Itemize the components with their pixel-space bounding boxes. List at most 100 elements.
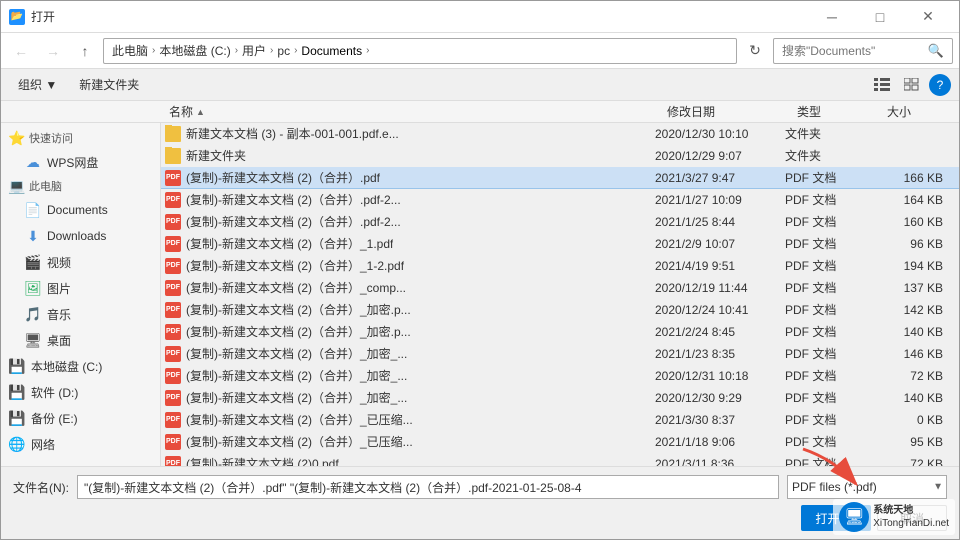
- file-size: 164 KB: [875, 193, 955, 207]
- breadcrumb-pc: pc: [277, 44, 290, 58]
- column-headers: 名称 ▲ 修改日期 类型 大小: [1, 101, 959, 123]
- file-name-cell: 新建文本文档 (3) - 副本-001-001.pdf.e...: [165, 125, 655, 142]
- organize-button[interactable]: 组织 ▼: [9, 73, 66, 97]
- file-name-text: (复制)-新建文本文档 (2)（合并）_已压缩...: [186, 433, 413, 450]
- search-box[interactable]: 🔍: [773, 38, 953, 64]
- sidebar-item-drive-d[interactable]: 💾 软件 (D:): [1, 379, 160, 405]
- up-button[interactable]: ↑: [71, 38, 99, 64]
- maximize-button[interactable]: □: [857, 1, 903, 33]
- file-name-cell: PDF (复制)-新建文本文档 (2)（合并）_已压缩...: [165, 433, 655, 450]
- table-row[interactable]: PDF (复制)-新建文本文档 (2)（合并）_comp... 2020/12/…: [161, 277, 959, 299]
- help-button[interactable]: ?: [929, 74, 951, 96]
- view-icon: [874, 78, 890, 92]
- table-row[interactable]: 新建文件夹 2020/12/29 9:07 文件夹: [161, 145, 959, 167]
- table-row[interactable]: PDF (复制)-新建文本文档 (2)（合并）_加密.p... 2021/2/2…: [161, 321, 959, 343]
- folder-icon: [165, 126, 181, 142]
- file-name-cell: PDF (复制)-新建文本文档 (2)（合并）_已压缩...: [165, 411, 655, 428]
- file-list-container[interactable]: 新建文本文档 (3) - 副本-001-001.pdf.e... 2020/12…: [161, 123, 959, 466]
- search-input[interactable]: [782, 44, 924, 58]
- col-header-type[interactable]: 类型: [789, 101, 879, 122]
- file-date: 2021/2/9 10:07: [655, 237, 785, 251]
- sidebar-item-wps[interactable]: ☁ WPS网盘: [1, 149, 160, 175]
- drive-c-icon: 💾: [9, 358, 25, 374]
- sidebar-label-videos: 视频: [47, 254, 71, 271]
- table-row[interactable]: PDF (复制)-新建文本文档 (2)（合并）_已压缩... 2021/1/18…: [161, 431, 959, 453]
- sidebar-label-documents: Documents: [47, 203, 108, 217]
- file-date: 2021/3/27 9:47: [655, 171, 785, 185]
- file-name-text: (复制)-新建文本文档 (2)（合并）.pdf-2...: [186, 213, 401, 230]
- pc-icon: 💻: [9, 178, 25, 194]
- sidebar-item-videos[interactable]: 🎬 视频: [1, 249, 160, 275]
- table-row[interactable]: PDF (复制)-新建文本文档 (2)（合并）_1-2.pdf 2021/4/1…: [161, 255, 959, 277]
- pdf-icon: PDF: [165, 456, 181, 467]
- main-content: ⭐ 快速访问 ☁ WPS网盘 💻 此电脑 📄 Documents ⬇ D: [1, 123, 959, 466]
- filename-input[interactable]: [77, 475, 779, 499]
- network-icon: 🌐: [9, 436, 25, 452]
- view-grid-button[interactable]: [899, 73, 925, 97]
- file-type: PDF 文档: [785, 367, 875, 384]
- file-name-text: (复制)-新建文本文档 (2)（合并）_已压缩...: [186, 411, 413, 428]
- file-size: 166 KB: [875, 171, 955, 185]
- sidebar-item-network[interactable]: 🌐 网络: [1, 431, 160, 457]
- action-row: 打开(O) 取消: [13, 505, 947, 531]
- col-header-size[interactable]: 大小: [879, 101, 959, 122]
- table-row[interactable]: PDF (复制)-新建文本文档 (2)（合并）.pdf-2... 2021/1/…: [161, 211, 959, 233]
- sidebar-item-desktop[interactable]: 🖥 桌面: [1, 327, 160, 353]
- sidebar-item-music[interactable]: 🎵 音乐: [1, 301, 160, 327]
- col-header-name[interactable]: 名称 ▲: [161, 101, 659, 122]
- new-folder-button[interactable]: 新建文件夹: [70, 73, 148, 97]
- pdf-icon: PDF: [165, 368, 181, 384]
- title-bar: 📂 打开 ─ □ ✕: [1, 1, 959, 33]
- sidebar-label-music: 音乐: [47, 306, 71, 323]
- table-row[interactable]: PDF (复制)-新建文本文档 (2)（合并）_加密_... 2020/12/3…: [161, 365, 959, 387]
- file-type: PDF 文档: [785, 235, 875, 252]
- minimize-button[interactable]: ─: [809, 1, 855, 33]
- file-date: 2020/12/30 9:29: [655, 391, 785, 405]
- file-name-text: (复制)-新建文本文档 (2)（合并）_加密.p...: [186, 301, 411, 318]
- view-toggle-button[interactable]: [869, 73, 895, 97]
- file-name-text: (复制)-新建文本文档 (2)（合并）.pdf-2...: [186, 191, 401, 208]
- back-button[interactable]: ←: [7, 38, 35, 64]
- pdf-icon: PDF: [165, 258, 181, 274]
- file-date: 2021/1/23 8:35: [655, 347, 785, 361]
- downloads-icon: ⬇: [25, 228, 41, 244]
- sidebar-item-local-c[interactable]: 💾 本地磁盘 (C:): [1, 353, 160, 379]
- close-button[interactable]: ✕: [905, 1, 951, 33]
- open-button[interactable]: 打开(O): [801, 505, 871, 531]
- address-bar[interactable]: 此电脑 › 本地磁盘 (C:) › 用户 › pc › Documents ›: [103, 38, 737, 64]
- table-row[interactable]: PDF (复制)-新建文本文档 (2)0.pdf 2021/3/11 8:36 …: [161, 453, 959, 466]
- table-row[interactable]: PDF (复制)-新建文本文档 (2)（合并）_1.pdf 2021/2/9 1…: [161, 233, 959, 255]
- table-row[interactable]: PDF (复制)-新建文本文档 (2)（合并）_加密.p... 2020/12/…: [161, 299, 959, 321]
- sidebar-section-pc[interactable]: 💻 此电脑: [1, 175, 160, 197]
- content-area: 名称 ▲ 修改日期 类型 大小 ⭐ 快速访问 ☁ WP: [1, 101, 959, 466]
- sidebar-item-pictures[interactable]: 🖼 图片: [1, 275, 160, 301]
- table-row[interactable]: PDF (复制)-新建文本文档 (2)（合并）_已压缩... 2021/3/30…: [161, 409, 959, 431]
- table-row[interactable]: PDF (复制)-新建文本文档 (2)（合并）_加密_... 2020/12/3…: [161, 387, 959, 409]
- file-name-cell: PDF (复制)-新建文本文档 (2)（合并）_1.pdf: [165, 235, 655, 252]
- sidebar-section-quick[interactable]: ⭐ 快速访问: [1, 127, 160, 149]
- pdf-icon: PDF: [165, 324, 181, 340]
- table-row[interactable]: PDF (复制)-新建文本文档 (2)（合并）_加密_... 2021/1/23…: [161, 343, 959, 365]
- forward-button[interactable]: →: [39, 38, 67, 64]
- table-row[interactable]: PDF (复制)-新建文本文档 (2)（合并）.pdf-2... 2021/1/…: [161, 189, 959, 211]
- sidebar-label-desktop: 桌面: [47, 332, 71, 349]
- sidebar-item-downloads[interactable]: ⬇ Downloads: [1, 223, 160, 249]
- refresh-button[interactable]: ↻: [741, 38, 769, 64]
- file-size: 194 KB: [875, 259, 955, 273]
- toolbar: 组织 ▼ 新建文件夹: [1, 69, 959, 101]
- file-size: 140 KB: [875, 325, 955, 339]
- table-row[interactable]: 新建文本文档 (3) - 副本-001-001.pdf.e... 2020/12…: [161, 123, 959, 145]
- sidebar-label-pictures: 图片: [47, 280, 71, 297]
- col-header-date[interactable]: 修改日期: [659, 101, 789, 122]
- pdf-icon: PDF: [165, 280, 181, 296]
- file-type: 文件夹: [785, 125, 875, 142]
- sidebar-item-drive-e[interactable]: 💾 备份 (E:): [1, 405, 160, 431]
- file-name-cell: PDF (复制)-新建文本文档 (2)（合并）_加密.p...: [165, 301, 655, 318]
- star-icon: ⭐: [9, 130, 25, 146]
- table-row[interactable]: PDF (复制)-新建文本文档 (2)（合并）.pdf 2021/3/27 9:…: [161, 167, 959, 189]
- file-date: 2020/12/19 11:44: [655, 281, 785, 295]
- sidebar-label-quick: 快速访问: [29, 130, 73, 146]
- filetype-select[interactable]: PDF files (*.pdf) 所有文件 (*.*): [787, 475, 947, 499]
- sidebar-item-documents[interactable]: 📄 Documents: [1, 197, 160, 223]
- cancel-button[interactable]: 取消: [877, 505, 947, 531]
